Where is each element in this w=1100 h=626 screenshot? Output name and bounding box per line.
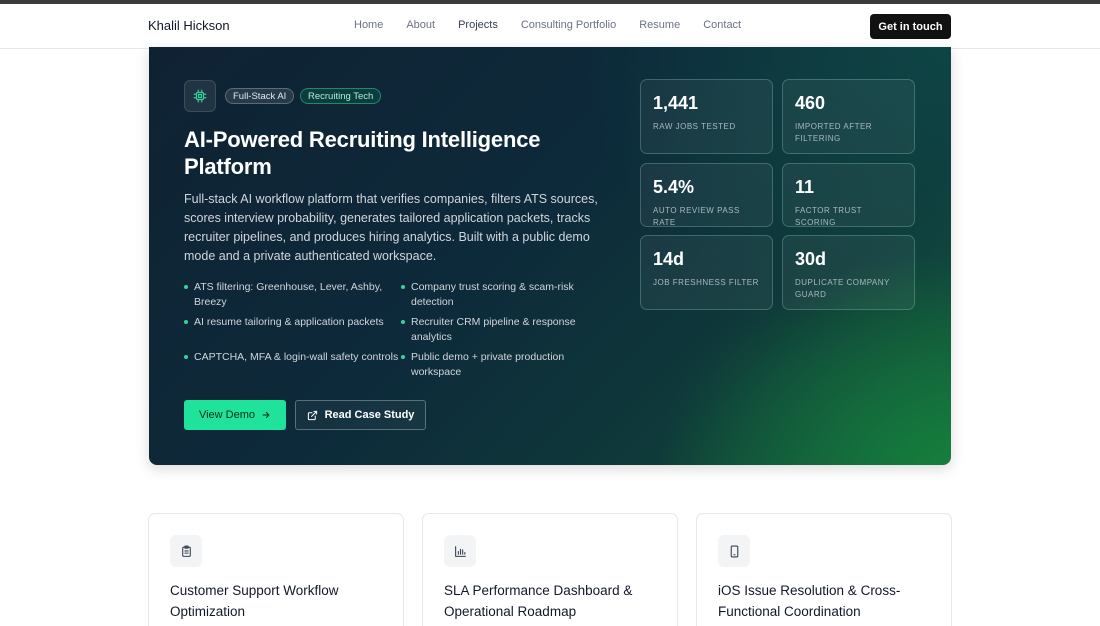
clipboard-icon <box>170 535 202 567</box>
bullet-dot-icon <box>184 285 188 289</box>
tag-full-stack-ai: Full-Stack AI <box>225 88 295 104</box>
project-card-title: iOS Issue Resolution & Cross-Functional … <box>718 583 901 619</box>
navbar: Khalil Hickson Home About Projects Consu… <box>0 4 1100 49</box>
stat-value: 11 <box>795 177 815 197</box>
stat-label: AUTO REVIEW PASS RATE <box>653 206 740 227</box>
stat-card: 30d DUPLICATE COMPANY GUARD <box>782 235 915 310</box>
bullet-dot-icon <box>184 355 188 359</box>
project-card-title: SLA Performance Dashboard & Operational … <box>444 583 633 619</box>
read-case-study-button[interactable]: Read Case Study <box>295 400 426 430</box>
bullet-dot-icon <box>184 320 188 324</box>
stat-card: 1,441 RAW JOBS TESTED <box>640 79 773 154</box>
stat-card: 11 FACTOR TRUST SCORING <box>782 163 915 227</box>
feature-item: ATS filtering: Greenhouse, Lever, Ashby,… <box>184 280 401 309</box>
arrow-right-icon <box>262 412 270 418</box>
feature-item: AI resume tailoring & application packet… <box>184 315 401 344</box>
project-card-title: Customer Support Workflow Optimization <box>170 583 339 619</box>
stat-value: 14d <box>653 249 685 269</box>
nav-link-resume[interactable]: Resume <box>639 19 680 31</box>
smartphone-icon <box>718 535 750 567</box>
feature-item: Recruiter CRM pipeline & response analyt… <box>401 315 604 344</box>
bar-chart-icon <box>444 535 476 567</box>
stat-label: FACTOR TRUST SCORING <box>795 206 862 227</box>
stat-value: 5.4% <box>653 177 695 197</box>
project-card[interactable]: iOS Issue Resolution & Cross-Functional … <box>696 513 952 626</box>
view-demo-label: View Demo <box>198 409 256 421</box>
stat-value: 1,441 <box>653 93 699 113</box>
project-description: Full-stack AI workflow platform that ver… <box>184 192 598 263</box>
nav-links: Home About Projects Consulting Portfolio… <box>354 19 741 31</box>
bullet-dot-icon <box>401 355 405 359</box>
nav-link-contact[interactable]: Contact <box>703 19 741 31</box>
stat-label: IMPORTED AFTER FILTERING <box>795 122 873 143</box>
read-case-study-label: Read Case Study <box>324 409 415 421</box>
feature-item: Company trust scoring & scam-risk detect… <box>401 280 604 309</box>
feature-list: ATS filtering: Greenhouse, Lever, Ashby,… <box>184 280 604 379</box>
nav-link-home[interactable]: Home <box>354 19 383 31</box>
external-link-icon <box>307 410 317 420</box>
brand-name[interactable]: Khalil Hickson <box>148 18 230 33</box>
hero-project-card: Full-Stack AI Recruiting Tech AI-Powered… <box>149 47 951 465</box>
nav-link-projects[interactable]: Projects <box>458 19 498 31</box>
bullet-dot-icon <box>401 285 405 289</box>
feature-item: CAPTCHA, MFA & login-wall safety control… <box>184 350 401 379</box>
get-in-touch-button[interactable]: Get in touch <box>870 14 951 39</box>
project-card[interactable]: SLA Performance Dashboard & Operational … <box>422 513 678 626</box>
stat-value: 460 <box>795 93 826 113</box>
nav-link-consulting-portfolio[interactable]: Consulting Portfolio <box>521 19 616 31</box>
nav-link-about[interactable]: About <box>406 19 435 31</box>
cpu-chip-icon <box>184 80 216 112</box>
stat-label: DUPLICATE COMPANY GUARD <box>795 278 890 299</box>
stat-label: JOB FRESHNESS FILTER <box>653 278 759 287</box>
stat-card: 14d JOB FRESHNESS FILTER <box>640 235 773 310</box>
stat-card: 5.4% AUTO REVIEW PASS RATE <box>640 163 773 227</box>
tag-recruiting-tech: Recruiting Tech <box>300 88 382 104</box>
stat-value: 30d <box>795 249 827 269</box>
project-card[interactable]: Customer Support Workflow Optimization <box>148 513 404 626</box>
project-title: AI-Powered Recruiting Intelligence Platf… <box>184 127 541 179</box>
feature-item: Public demo + private production workspa… <box>401 350 604 379</box>
stat-label: RAW JOBS TESTED <box>653 122 736 131</box>
stat-card: 460 IMPORTED AFTER FILTERING <box>782 79 915 154</box>
bullet-dot-icon <box>401 320 405 324</box>
view-demo-button[interactable]: View Demo <box>184 400 286 430</box>
